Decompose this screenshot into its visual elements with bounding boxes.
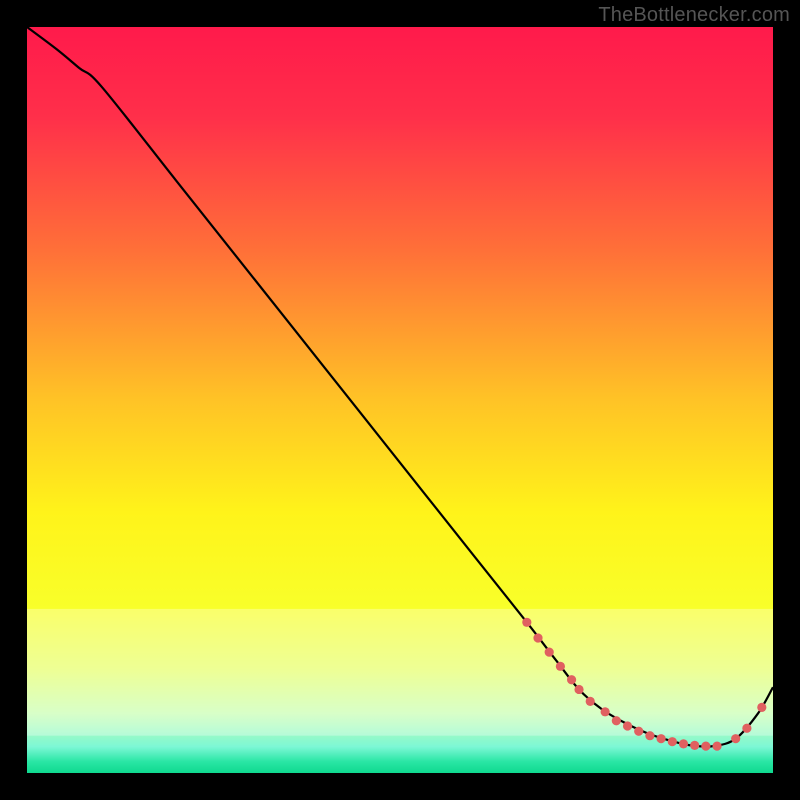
curve-marker <box>533 633 542 642</box>
pale-highlight-band <box>27 609 773 736</box>
curve-marker <box>657 734 666 743</box>
curve-marker <box>679 739 688 748</box>
curve-marker <box>612 716 621 725</box>
curve-marker <box>574 685 583 694</box>
curve-marker <box>567 675 576 684</box>
curve-marker <box>742 724 751 733</box>
curve-marker <box>731 734 740 743</box>
curve-marker <box>522 618 531 627</box>
curve-marker <box>701 742 710 751</box>
bottleneck-chart <box>27 27 773 773</box>
curve-marker <box>586 697 595 706</box>
curve-marker <box>601 707 610 716</box>
curve-marker <box>668 737 677 746</box>
curve-marker <box>645 731 654 740</box>
chart-frame: TheBottlenecker.com <box>0 0 800 800</box>
watermark-text: TheBottlenecker.com <box>598 4 790 27</box>
curve-marker <box>545 648 554 657</box>
curve-marker <box>690 741 699 750</box>
curve-marker <box>757 703 766 712</box>
curve-marker <box>623 721 632 730</box>
curve-marker <box>556 662 565 671</box>
curve-marker <box>634 727 643 736</box>
curve-marker <box>712 742 721 751</box>
